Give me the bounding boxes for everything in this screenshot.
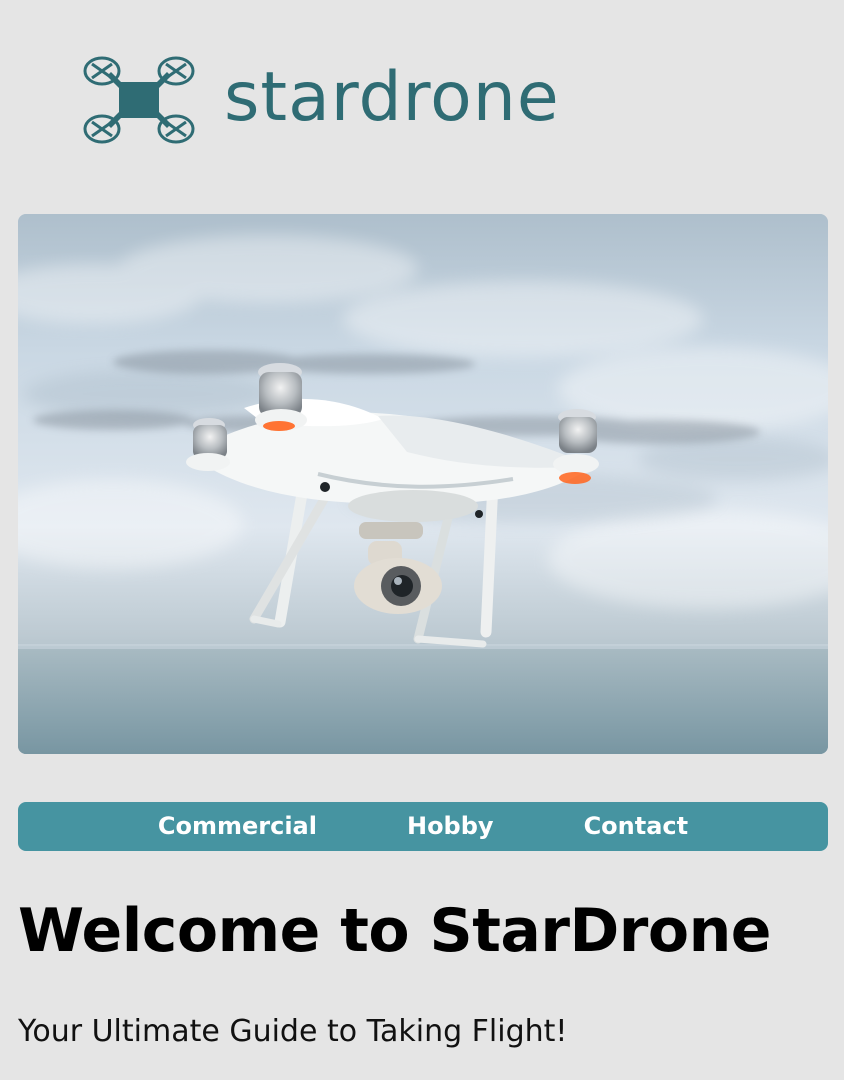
drone-photo (18, 214, 828, 754)
quadcopter-icon (83, 56, 195, 144)
nav-commercial[interactable]: Commercial (113, 802, 362, 851)
main-nav: Commercial Hobby Contact (18, 802, 828, 851)
nav-contact[interactable]: Contact (539, 802, 734, 851)
page-title: Welcome to StarDrone (18, 896, 771, 966)
nav-hobby[interactable]: Hobby (362, 802, 539, 851)
brand-name: stardrone (224, 58, 560, 137)
site-logo[interactable]: stardrone (82, 52, 560, 148)
page-subtitle: Your Ultimate Guide to Taking Flight! (18, 1014, 568, 1049)
page: stardrone Commercial Hobby Contact Welco… (0, 0, 844, 1080)
hero-image (18, 214, 828, 754)
